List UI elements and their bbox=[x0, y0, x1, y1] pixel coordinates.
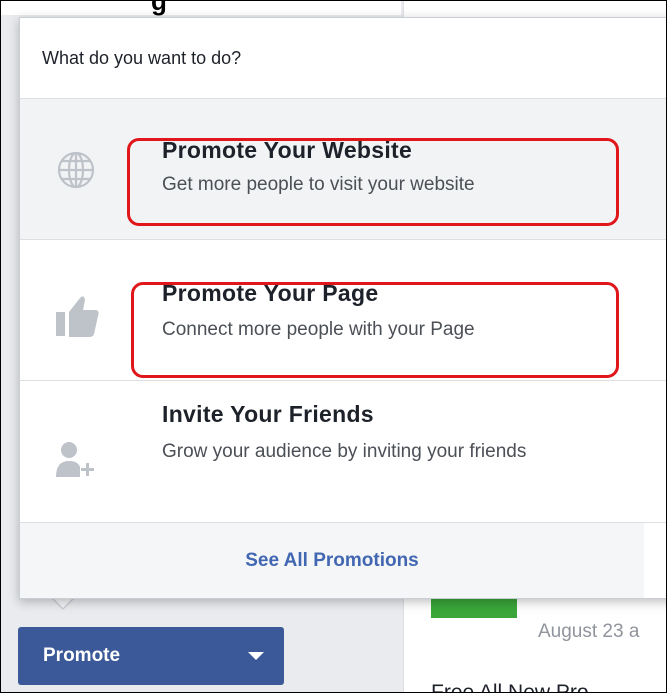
add-person-icon bbox=[56, 442, 94, 477]
option-title: Invite Your Friends bbox=[162, 401, 374, 427]
chevron-down-icon bbox=[248, 652, 264, 660]
thumbs-up-icon bbox=[56, 296, 99, 337]
background-header-strip bbox=[1, 1, 401, 15]
post-date[interactable]: August 23 a bbox=[538, 621, 639, 643]
promote-button-label: Promote bbox=[43, 645, 121, 666]
dropdown-header: What do you want to do? bbox=[20, 18, 666, 99]
post-title: Free All New Pro bbox=[431, 681, 589, 693]
option-promote-page[interactable]: Promote Your Page Connect more people wi… bbox=[20, 240, 666, 381]
highlight-box bbox=[131, 282, 619, 378]
globe-icon bbox=[57, 151, 95, 189]
see-all-promotions-link[interactable]: See All Promotions bbox=[20, 523, 644, 598]
option-description: Grow your audience by inviting your frie… bbox=[162, 441, 527, 462]
background-heading-fragment: g bbox=[151, 0, 167, 16]
screenshot-frame: g Smoothie and Juice Bar Offer: August 2… bbox=[0, 0, 667, 693]
option-promote-website[interactable]: Promote Your Website Get more people to … bbox=[20, 99, 666, 240]
highlight-box bbox=[127, 138, 619, 226]
promotion-dropdown: What do you want to do? Promote Your Web… bbox=[19, 17, 666, 599]
option-invite-friends[interactable]: Invite Your Friends Grow your audience b… bbox=[20, 381, 666, 523]
promote-button[interactable]: Promote bbox=[18, 627, 284, 685]
